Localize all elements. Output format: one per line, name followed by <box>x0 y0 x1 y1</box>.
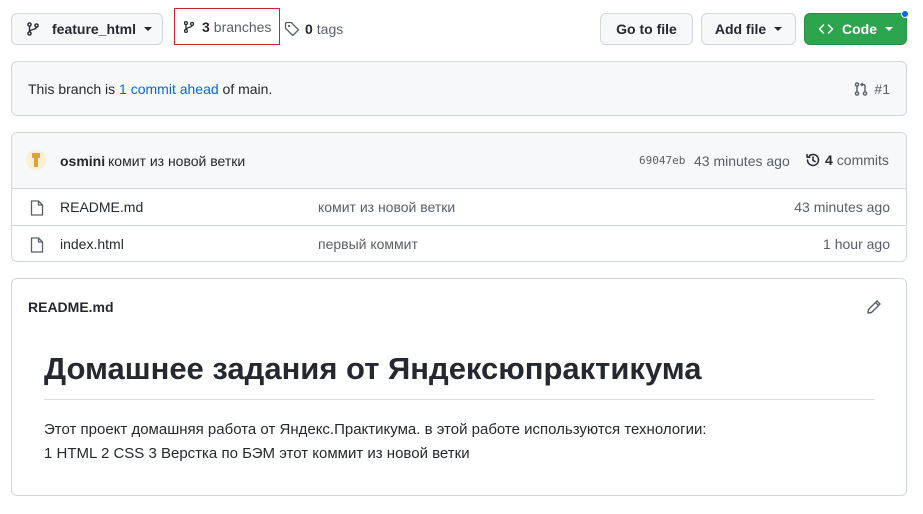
readme-paragraph: Этот проект домашняя работа от Яндекс.Пр… <box>44 418 875 466</box>
branches-count: 3 <box>202 18 210 35</box>
readme-panel: README.md Домашнее задания от Яндексюпра… <box>11 278 907 496</box>
file-name-link[interactable]: index.html <box>60 236 124 252</box>
add-file-button[interactable]: Add file <box>701 13 796 45</box>
commit-sha[interactable]: 69047eb <box>639 154 685 167</box>
file-icon <box>30 237 44 253</box>
code-button[interactable]: Code <box>804 13 907 45</box>
file-commit-message[interactable]: комит из новой ветки <box>318 199 455 215</box>
readme-filename[interactable]: README.md <box>28 299 114 315</box>
commits-label: commits <box>836 152 889 168</box>
notification-dot <box>901 10 909 18</box>
go-to-file-label: Go to file <box>616 21 677 37</box>
commit-message[interactable]: комит из новой ветки <box>108 153 245 169</box>
branches-link[interactable]: 3 branches <box>174 8 280 45</box>
commit-author[interactable]: osmini <box>60 153 105 169</box>
file-commit-time: 1 hour ago <box>823 236 890 252</box>
chevron-down-icon <box>885 27 893 31</box>
commits-count: 4 <box>825 152 833 168</box>
readme-line: 1 HTML 2 CSS 3 Верстка по БЭМ этот комми… <box>44 445 470 462</box>
chevron-down-icon <box>144 27 153 31</box>
tags-label: tags <box>316 21 344 37</box>
file-row: index.html первый коммит 1 hour ago <box>12 226 906 261</box>
readme-heading: Домашнее задания от Яндексюпрактикума <box>44 351 875 400</box>
commit-time: 43 minutes ago <box>694 153 790 169</box>
pencil-icon[interactable] <box>866 299 882 315</box>
branches-label: branches <box>213 18 272 35</box>
file-name-link[interactable]: README.md <box>60 199 143 215</box>
ahead-prefix: This branch is <box>28 80 116 97</box>
git-branch-icon <box>182 19 196 35</box>
tags-link[interactable]: 0 tags <box>284 13 343 45</box>
chevron-down-icon <box>774 27 783 31</box>
code-icon <box>818 21 834 37</box>
go-to-file-button[interactable]: Go to file <box>600 13 693 45</box>
branch-name: feature_html <box>52 21 137 37</box>
git-branch-icon <box>25 21 41 37</box>
pull-request-number: #1 <box>874 81 890 97</box>
pull-request-link[interactable]: #1 <box>853 81 890 97</box>
branch-select-button[interactable]: feature_html <box>11 13 163 45</box>
file-browser: osmini комит из новой ветки 69047eb 43 m… <box>11 132 907 262</box>
tags-count: 0 <box>305 21 313 37</box>
add-file-label: Add file <box>714 21 767 37</box>
ahead-suffix: of main. <box>222 80 273 97</box>
readme-line: Этот проект домашняя работа от Яндекс.Пр… <box>44 421 707 438</box>
branch-ahead-banner: This branch is 1 commit ahead of main. #… <box>11 61 907 116</box>
latest-commit-row: osmini комит из новой ветки 69047eb 43 m… <box>12 133 906 189</box>
tag-icon <box>284 21 305 37</box>
commits-ahead-link[interactable]: 1 commit ahead <box>119 81 219 97</box>
commits-history-link[interactable]: 4 commits <box>805 152 889 168</box>
git-pull-request-icon <box>853 81 874 97</box>
file-commit-message[interactable]: первый коммит <box>318 236 418 252</box>
file-icon <box>30 200 44 216</box>
history-icon <box>805 152 825 168</box>
code-label: Code <box>842 21 877 37</box>
file-row: README.md комит из новой ветки 43 minute… <box>12 189 906 226</box>
avatar[interactable] <box>26 150 46 170</box>
file-commit-time: 43 minutes ago <box>794 199 890 215</box>
